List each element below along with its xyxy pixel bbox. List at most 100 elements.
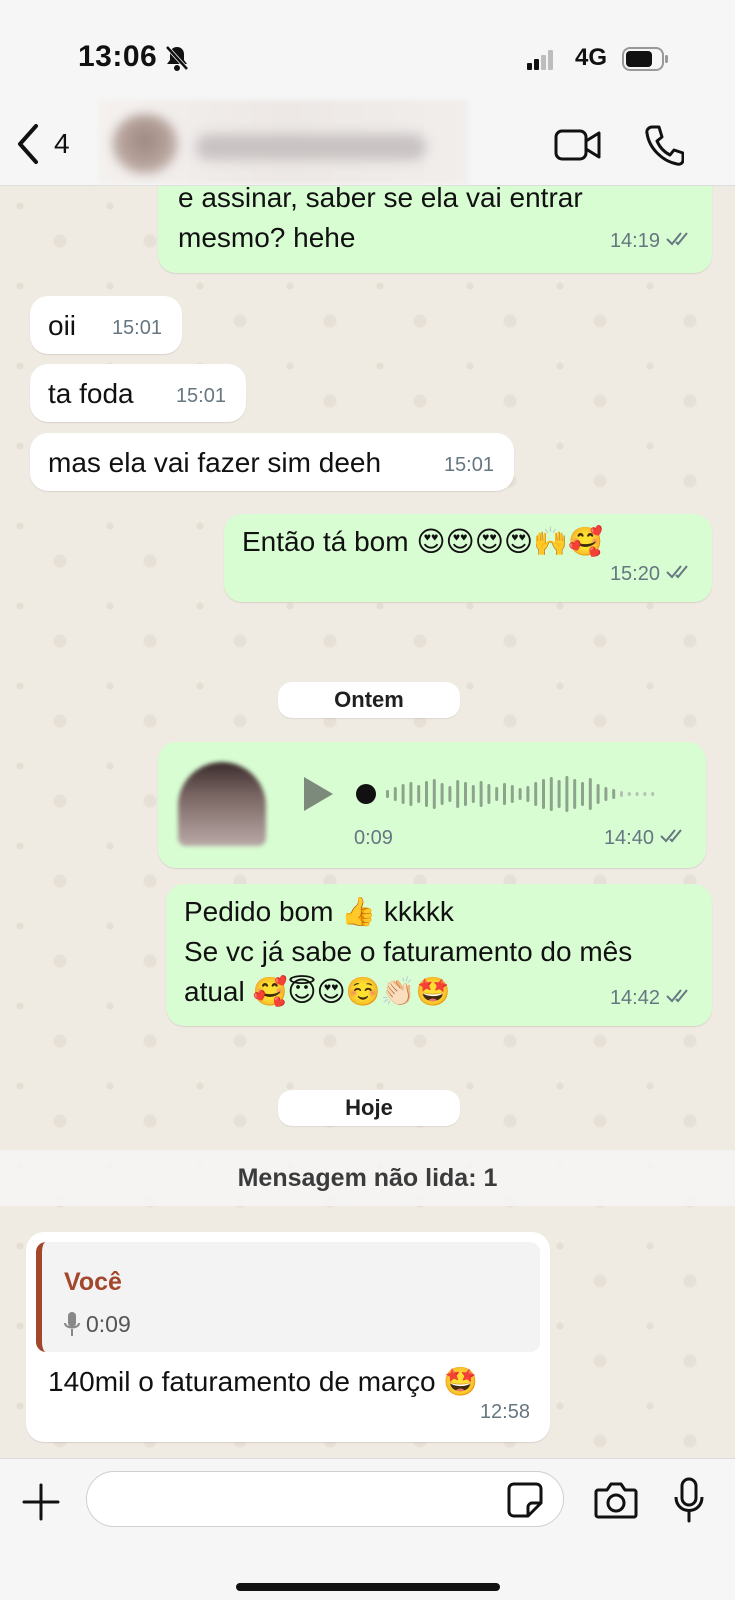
voice-waveform[interactable] [354,766,666,822]
battery-icon [622,47,670,76]
play-icon [304,777,333,811]
quoted-message[interactable]: Você 0:09 [36,1242,540,1352]
plus-icon [22,1483,60,1521]
waveform-bar [573,779,577,809]
waveform-bar [401,784,405,804]
waveform-bar [534,782,538,806]
waveform-bar [643,792,647,796]
quoted-author: Você [64,1268,122,1296]
waveform-bar [612,789,616,799]
contact-avatar[interactable] [112,114,178,174]
microphone-icon [674,1477,704,1523]
message-incoming[interactable]: ta foda 15:01 [30,364,246,422]
read-ticks-icon [660,818,688,858]
waveform-bar [565,776,569,812]
unread-messages-banner: Mensagem não lida: 1 [0,1150,735,1206]
message-input[interactable] [86,1471,564,1527]
message-meta: 14:19 [610,221,694,261]
network-type: 4G [575,44,608,71]
day-separator: Ontem [278,682,460,718]
camera-icon [594,1482,638,1519]
message-time: 12:58 [479,1401,530,1423]
waveform-bar [581,782,584,806]
phone-icon [645,125,685,166]
sender-avatar-redacted [178,762,266,846]
waveform-bar [432,779,436,809]
message-input-bar [0,1458,735,1600]
waveform-bar [503,783,506,805]
waveform-bar [487,784,491,804]
message-outgoing[interactable]: Pedido bom 👍 kkkkk Se vc já sabe o fatur… [166,884,712,1026]
waveform-bar [526,786,530,802]
voice-message-outgoing[interactable]: 0:09 14:40 [158,742,706,868]
message-meta: 14:42 [610,978,694,1018]
waveform-bar [620,791,623,797]
waveform-bar [471,785,475,803]
message-time: 15:20 [609,563,660,585]
microphone-button[interactable] [674,1477,704,1528]
message-outgoing[interactable]: e assinar, saber se ela vai entrar mesmo… [158,186,712,273]
back-button[interactable]: 4 [14,122,70,166]
message-time: 14:19 [609,230,660,252]
message-outgoing[interactable]: Então tá bom 😍😍😍😍🙌🥰 15:20 [224,514,712,602]
read-ticks-icon [666,221,694,261]
waveform-bar [440,783,444,805]
waveform-bar [393,787,397,801]
quoted-audio: 0:09 [64,1304,131,1344]
microphone-icon [64,1312,80,1336]
play-button[interactable] [300,774,336,825]
waveform-bar [542,779,545,809]
waveform-bar [635,792,639,796]
waveform-bar [495,787,499,801]
sticker-button[interactable] [506,1481,544,1524]
waveform-bar [588,778,592,810]
message-meta: 14:40 [604,818,688,858]
waveform-bar [510,785,514,803]
status-bar: 13:06 4G [0,0,735,110]
attach-button[interactable] [22,1483,60,1526]
home-indicator [236,1583,500,1591]
unread-chats-count: 4 [54,128,70,159]
waveform-bar [651,792,655,796]
contact-name-redacted[interactable] [196,134,426,160]
message-text: e assinar, saber se ela vai entrar mesmo… [178,186,583,253]
message-text: oii [48,310,77,341]
message-text: ta foda [48,378,134,409]
waveform-bar [557,780,561,808]
status-time: 13:06 [78,40,158,73]
message-incoming[interactable]: oii 15:01 [30,296,182,354]
cellular-signal-icon [527,50,553,75]
chat-header: 4 [0,100,735,186]
message-text: Então tá bom 😍😍😍😍🙌🥰 [242,526,603,557]
message-time: 14:40 [603,827,654,849]
waveform-bar [456,780,460,808]
waveform-bar [464,782,467,806]
message-text: Pedido bom 👍 kkkkk Se vc já sabe o fatur… [184,896,633,1007]
quoted-audio-duration: 0:09 [86,1311,131,1337]
message-incoming[interactable]: mas ela vai fazer sim deeh 15:01 [30,433,514,491]
message-time: 14:42 [609,987,660,1009]
video-call-button[interactable] [554,128,602,167]
read-ticks-icon [666,978,694,1018]
voice-duration: 0:09 [354,827,393,849]
waveform-bar [627,792,631,796]
camera-button[interactable] [594,1481,638,1524]
message-incoming-reply[interactable]: Você 0:09 140mil o faturamento de março … [26,1232,550,1442]
waveform-bar [604,787,608,801]
waveform-bar [417,785,421,803]
waveform-bar [409,782,413,806]
chat-messages-area[interactable]: e assinar, saber se ela vai entrar mesmo… [0,186,735,1458]
waveform-bar [479,781,483,807]
read-ticks-icon [666,554,694,594]
day-separator: Hoje [278,1090,460,1126]
waveform-bar [549,777,553,811]
waveform-bar [518,788,522,800]
playback-position-dot [356,784,376,804]
message-text: 140mil o faturamento de março 🤩 [48,1366,479,1397]
voice-call-button[interactable] [644,124,685,171]
waveform-bar [448,786,452,802]
message-meta: 15:20 [610,554,694,594]
message-time: 15:01 [111,317,162,339]
sticker-icon [507,1482,543,1518]
message-text: mas ela vai fazer sim deeh [48,447,382,478]
